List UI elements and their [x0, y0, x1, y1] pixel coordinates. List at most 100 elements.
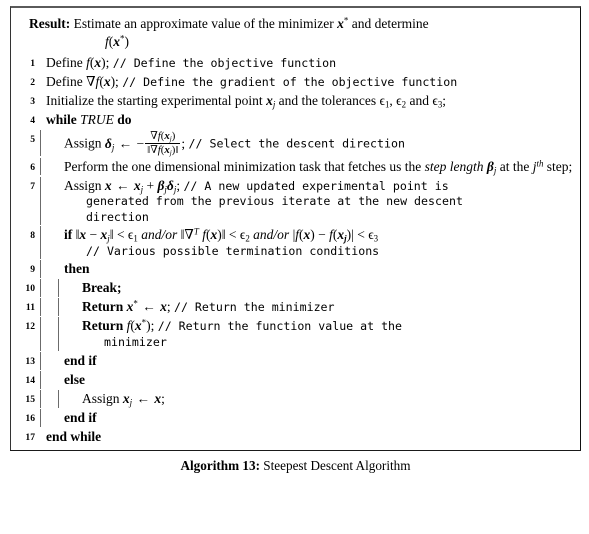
keyword-end-if: end if — [64, 352, 97, 368]
line-number: 6 — [30, 161, 35, 173]
algorithm-line-12: 12 Return f(x*); // Return the function … — [13, 317, 578, 351]
line-content: while TRUE do — [40, 111, 578, 129]
line-content: Initialize the starting experimental poi… — [40, 92, 578, 110]
line-number: 10 — [25, 283, 35, 295]
result-var-x-star: x* — [337, 15, 349, 31]
line-content: Perform the one dimensional minimization… — [58, 158, 578, 176]
algorithm-line-10: 10 Break; — [13, 279, 578, 298]
expr-beta-j: βj — [486, 158, 497, 176]
line-content: Break; — [76, 279, 578, 297]
expr-grad-f-x: ∇f(x); — [86, 74, 119, 90]
caption-title: Steepest Descent Algorithm — [263, 458, 411, 474]
line-number: 2 — [30, 77, 35, 89]
algorithm-line-5: 5 Assign δj ← − ∇f(xj) ‖∇f(xj)‖; // Select… — [13, 130, 578, 157]
line-number: 4 — [30, 115, 35, 127]
algorithm-figure: Result: Estimate an approximate value of… — [0, 6, 589, 474]
indent-guide-level-1 — [40, 408, 58, 427]
cond-abs-f-diff: |f(x) − f(xj)| < ϵ3 — [292, 227, 379, 244]
caption-label: Algorithm 13: — [180, 458, 260, 474]
fraction-gradient-over-norm: ∇f(xj) ‖∇f(xj)‖ — [145, 130, 181, 158]
indent-guide-level-2 — [58, 298, 76, 317]
line-content: Define ∇f(x); // Define the gradient of … — [40, 73, 578, 91]
keyword-while: while — [46, 112, 77, 128]
em-step: step — [424, 158, 447, 174]
expr-delta-assign: δj ← − ∇f(xj) ‖∇f(xj)‖; — [104, 130, 186, 158]
comment: // Define the gradient of the objective … — [122, 75, 458, 90]
indent-guide-level-2 — [58, 389, 76, 408]
result-line: Result: Estimate an approximate value of… — [29, 15, 572, 33]
indent-guide-level-1 — [40, 157, 58, 176]
expr-x-j: xj — [266, 93, 276, 110]
algorithm-line-3: 3 Initialize the starting experimental p… — [13, 92, 578, 111]
keyword-define: Define — [46, 55, 83, 71]
comment: // Return the minimizer — [173, 300, 335, 315]
algorithm-line-6: 6 Perform the one dimensional minimizati… — [13, 157, 578, 176]
expr-eps-3: ϵ3; — [432, 93, 447, 110]
result-text-tail: and determine — [351, 16, 429, 31]
line-number: 9 — [30, 264, 35, 276]
keyword-do: do — [117, 112, 132, 128]
line-content: else — [58, 371, 578, 389]
result-block: Result: Estimate an approximate value of… — [13, 13, 578, 54]
indent-guide-level-1 — [40, 389, 58, 408]
text-step-semi: step; — [546, 158, 573, 174]
expr-eps-2: ϵ2 — [396, 93, 407, 110]
algorithm-line-17: 17 end while — [13, 427, 578, 446]
result-text: Estimate an approximate value of the min… — [73, 16, 334, 31]
algorithm-line-16: 16 end if — [13, 408, 578, 427]
line-number: 1 — [30, 58, 35, 70]
comment: // Various possible termination conditio… — [86, 243, 380, 258]
line-content: end if — [58, 352, 578, 370]
line-number: 16 — [25, 412, 35, 424]
keyword-assign: Assign — [82, 390, 120, 406]
indent-guide-level-1 — [40, 279, 58, 298]
indent-guide-level-1 — [40, 226, 58, 260]
keyword-end-while: end while — [46, 428, 102, 444]
keyword-assign: Assign — [64, 135, 102, 151]
expr-return-fx-star: f(x*); — [126, 317, 155, 334]
keyword-assign: Assign — [64, 177, 102, 193]
expr-f-x: f(x); — [86, 55, 110, 71]
indent-guide-level-1 — [40, 176, 58, 225]
algorithm-line-2: 2 Define ∇f(x); // Define the gradient o… — [13, 73, 578, 92]
conj-and-or: and/or — [253, 227, 290, 243]
expr-return-minimizer: x* ← x; — [126, 298, 171, 315]
line-content: Define f(x); // Define the objective fun… — [40, 54, 578, 72]
algorithm-line-7: 7 Assign x ← xj + βjδj; // A new updated… — [13, 176, 578, 226]
indent-guide-level-1 — [40, 130, 58, 157]
comment-cont: generated from the previous iterate at t… — [86, 194, 463, 209]
comment: // Select the descent direction — [188, 136, 405, 151]
line-number: 13 — [25, 355, 35, 367]
algorithm-line-8: 8 if ‖x − xj‖ < ϵ1 and/or ‖∇T f(x)‖ < ϵ2… — [13, 226, 578, 260]
line-content: Assign x ← xj + βjδj; // A new updated e… — [58, 177, 578, 225]
comment-cont: direction — [86, 209, 149, 224]
text-perform: Perform the one dimensional minimization… — [64, 158, 422, 174]
indent-guide-level-1 — [40, 370, 58, 389]
result-label: Result: — [29, 16, 71, 31]
condition-true: TRUE — [80, 112, 114, 128]
result-line-2: f(x*) — [29, 33, 572, 51]
text-initialize-b: and the tolerances — [278, 93, 377, 109]
expr-eps-1: ϵ1, — [379, 93, 393, 110]
line-number: 7 — [30, 180, 35, 192]
keyword-then: then — [64, 261, 90, 277]
line-content: Assign δj ← − ∇f(xj) ‖∇f(xj)‖; // Select t… — [58, 130, 578, 158]
indent-guide-level-1 — [40, 260, 58, 279]
line-number: 15 — [25, 393, 35, 405]
algorithm-line-11: 11 Return x* ← x; // Return the minimize… — [13, 298, 578, 317]
indent-guide-level-1 — [40, 298, 58, 317]
line-content: end if — [58, 409, 578, 427]
keyword-else: else — [64, 371, 85, 387]
comment: // Define the objective function — [112, 56, 337, 71]
indent-guide-level-2 — [58, 317, 76, 351]
line-content: then — [58, 260, 578, 278]
text-at-the: at the — [499, 158, 530, 174]
algorithm-line-1: 1 Define f(x); // Define the objective f… — [13, 54, 578, 73]
indent-guide-level-1 — [40, 317, 58, 351]
line-content: end while — [40, 428, 578, 446]
conj-and-or: and/or — [141, 227, 178, 243]
algorithm-line-14: 14 else — [13, 370, 578, 389]
line-content: Return x* ← x; // Return the minimizer — [76, 298, 578, 316]
line-content: Assign xj ← x; — [76, 390, 578, 408]
algorithm-body: Result: Estimate an approximate value of… — [13, 13, 578, 446]
